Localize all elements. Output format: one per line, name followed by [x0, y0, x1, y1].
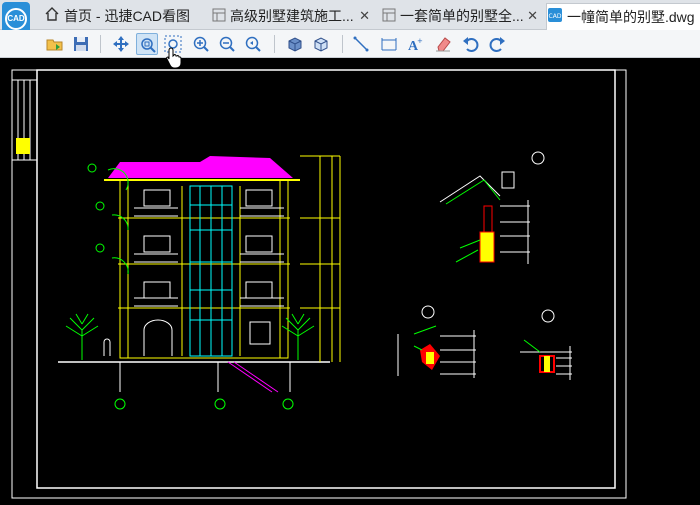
app-logo-text: CAD [5, 8, 27, 30]
frame-label-block [16, 138, 30, 154]
pan-icon[interactable] [110, 33, 132, 55]
building-elevation [58, 155, 341, 410]
zoom-in-icon[interactable] [190, 33, 212, 55]
detail-section-top [439, 151, 545, 264]
open-file-icon[interactable] [44, 33, 66, 55]
svg-text:CAD: CAD [549, 13, 562, 20]
drawing-tab-icon [212, 4, 226, 30]
drawing-tab-icon [382, 4, 396, 30]
tab-drawing-1[interactable]: 高级别墅建筑施工... ✕ [212, 3, 374, 30]
tab-label: 一幢简单的别墅.dwg [567, 9, 695, 25]
tab-active-drawing[interactable]: CAD 一幢简单的别墅.dwg [546, 3, 700, 30]
zoom-previous-icon[interactable] [242, 33, 264, 55]
svg-text:+: + [417, 37, 423, 45]
tab-bar: CAD 首页 - 迅捷CAD看图 高级别墅建筑施工... ✕ 一套简单的别墅全.… [0, 0, 700, 46]
tab-home[interactable]: 首页 - 迅捷CAD看图 [44, 3, 204, 30]
view-iso-icon[interactable] [310, 33, 332, 55]
zoom-out-icon[interactable] [216, 33, 238, 55]
close-icon[interactable]: ✕ [359, 3, 370, 29]
cad-drawing [11, 69, 627, 499]
drawing-canvas[interactable] [0, 59, 700, 500]
save-icon[interactable] [70, 33, 92, 55]
tab-label: 一套简单的别墅全... [400, 8, 524, 24]
detail-section-right [520, 309, 572, 380]
text-icon[interactable]: A + [404, 33, 426, 55]
tab-drawing-2[interactable]: 一套简单的别墅全... ✕ [382, 3, 542, 30]
cad-file-icon: CAD [547, 5, 563, 30]
close-icon[interactable]: ✕ [527, 3, 538, 29]
dimension-icon[interactable] [378, 33, 400, 55]
redo-icon[interactable] [486, 33, 508, 55]
mouse-cursor-icon [166, 47, 182, 74]
detail-section-middle [397, 305, 476, 378]
measure-line-icon[interactable] [350, 33, 372, 55]
view-3d-icon[interactable] [284, 33, 306, 55]
home-icon [44, 4, 60, 30]
toolbar: A + [0, 30, 700, 58]
undo-icon[interactable] [460, 33, 482, 55]
drawing-frame [11, 69, 627, 499]
zoom-window-icon[interactable] [136, 33, 158, 55]
eraser-icon[interactable] [432, 33, 454, 55]
tab-home-label: 首页 - 迅捷CAD看图 [64, 8, 190, 24]
tab-label: 高级别墅建筑施工... [230, 8, 354, 24]
